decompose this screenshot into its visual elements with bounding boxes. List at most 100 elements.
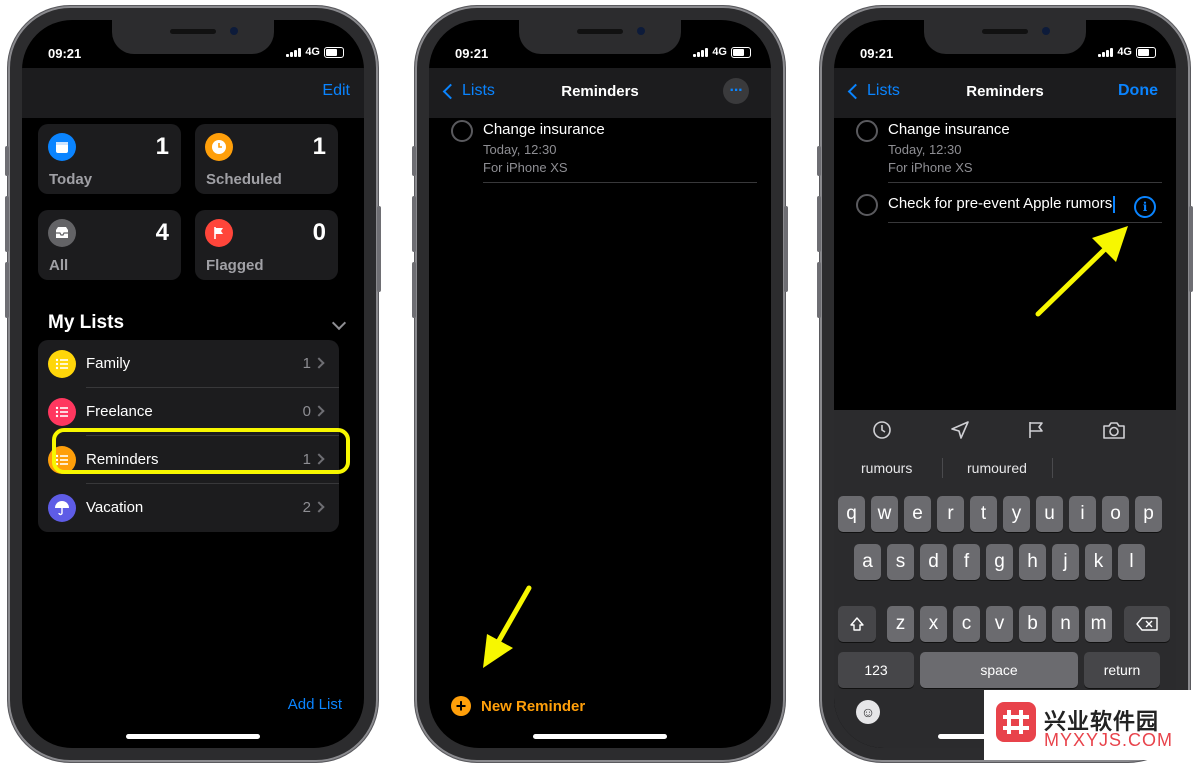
key-f[interactable]: f <box>953 544 980 580</box>
key-e[interactable]: e <box>904 496 931 532</box>
key-a[interactable]: a <box>854 544 881 580</box>
reminder-date: Today, 12:30 <box>888 142 962 157</box>
list-name: Vacation <box>86 499 144 516</box>
return-key[interactable]: return <box>1084 652 1160 688</box>
signal-icon <box>693 47 709 57</box>
camera-icon[interactable] <box>1102 420 1126 440</box>
signal-icon <box>286 47 302 57</box>
list-name: Family <box>86 355 131 372</box>
my-lists-heading: My Lists <box>48 312 125 333</box>
text-cursor <box>1113 195 1116 213</box>
status-time: 09:21 <box>860 46 894 61</box>
scheduled-tile[interactable]: 1 Scheduled <box>195 124 338 194</box>
emoji-icon[interactable]: ☺ <box>856 700 880 724</box>
status-bar: 09:21 4G <box>22 46 364 62</box>
calendar-icon <box>48 133 76 161</box>
flagged-count: 0 <box>312 219 326 246</box>
watermark-logo-icon <box>996 702 1036 742</box>
list-item-family[interactable]: Family 1 <box>38 340 339 388</box>
numbers-key[interactable]: 123 <box>838 652 914 688</box>
edit-button[interactable]: Edit <box>322 82 350 100</box>
clock-icon[interactable] <box>872 420 892 440</box>
home-indicator <box>533 734 667 739</box>
chevron-right-icon <box>313 405 325 417</box>
all-tile[interactable]: 4 All <box>38 210 181 280</box>
suggestion-1[interactable]: rumours <box>861 460 912 476</box>
more-options-button[interactable]: ··· <box>723 78 749 104</box>
all-label: All <box>49 257 69 274</box>
list-count: 0 <box>302 403 311 420</box>
add-list-button[interactable]: Add List <box>288 696 342 713</box>
key-g[interactable]: g <box>986 544 1013 580</box>
key-u[interactable]: u <box>1036 496 1063 532</box>
flagged-tile[interactable]: 0 Flagged <box>195 210 338 280</box>
key-d[interactable]: d <box>920 544 947 580</box>
complete-checkbox[interactable] <box>856 194 878 216</box>
key-v[interactable]: v <box>986 606 1013 642</box>
lists-screen: 09:21 4G Edit 1 Today 1 Scheduled 4 All … <box>22 20 364 748</box>
annotation-arrow <box>483 585 532 668</box>
reminders-screen: 09:21 4G Lists Reminders ··· Change insu… <box>429 20 771 748</box>
key-m[interactable]: m <box>1085 606 1112 642</box>
status-bar: 09:21 4G <box>429 46 771 62</box>
key-s[interactable]: s <box>887 544 914 580</box>
list-item-vacation[interactable]: Vacation 2 <box>38 484 339 532</box>
flag-icon[interactable] <box>1026 420 1046 440</box>
network-label: 4G <box>305 46 320 58</box>
info-icon[interactable]: i <box>1134 196 1156 218</box>
scheduled-count: 1 <box>312 133 326 160</box>
watermark: 兴业软件园 MYXYJS.COM <box>984 690 1193 760</box>
flagged-label: Flagged <box>206 257 264 274</box>
list-name: Freelance <box>86 403 153 420</box>
scheduled-label: Scheduled <box>206 171 282 188</box>
tray-icon <box>48 219 76 247</box>
annotation-arrow <box>1035 226 1128 317</box>
key-n[interactable]: n <box>1052 606 1079 642</box>
suggestion-2[interactable]: rumoured <box>967 460 1027 476</box>
key-o[interactable]: o <box>1102 496 1129 532</box>
signal-icon <box>1098 47 1114 57</box>
today-tile[interactable]: 1 Today <box>38 124 181 194</box>
suggestion-bar: rumours rumoured <box>834 456 1176 482</box>
reminder-date: Today, 12:30 <box>483 142 557 157</box>
location-icon[interactable] <box>950 420 970 440</box>
status-time: 09:21 <box>455 46 489 61</box>
status-bar: 09:21 4G <box>834 46 1176 62</box>
key-t[interactable]: t <box>970 496 997 532</box>
network-label: 4G <box>712 46 727 58</box>
key-r[interactable]: r <box>937 496 964 532</box>
list-count: 2 <box>302 499 311 516</box>
key-b[interactable]: b <box>1019 606 1046 642</box>
new-reminder-label: New Reminder <box>481 697 586 715</box>
phone-frame-reminders: 09:21 4G Lists Reminders ··· Change insu… <box>412 6 788 762</box>
clock-icon <box>205 133 233 161</box>
shift-key[interactable] <box>838 606 876 642</box>
delete-key[interactable] <box>1124 606 1170 642</box>
key-k[interactable]: k <box>1085 544 1112 580</box>
key-w[interactable]: w <box>871 496 898 532</box>
key-j[interactable]: j <box>1052 544 1079 580</box>
key-z[interactable]: z <box>887 606 914 642</box>
new-reminder-input[interactable]: Check for pre-event Apple rumors <box>888 195 1116 213</box>
key-i[interactable]: i <box>1069 496 1096 532</box>
editing-screen: 09:21 4G Lists Reminders Done Change ins… <box>834 20 1176 748</box>
key-x[interactable]: x <box>920 606 947 642</box>
reminder-note: For iPhone XS <box>483 160 568 175</box>
new-reminder-button[interactable]: + New Reminder <box>451 696 585 716</box>
list-count: 1 <box>302 355 311 372</box>
watermark-url: MYXYJS.COM <box>1044 730 1174 750</box>
key-y[interactable]: y <box>1003 496 1030 532</box>
reminders-highlight <box>52 428 350 474</box>
key-p[interactable]: p <box>1135 496 1162 532</box>
home-indicator <box>126 734 260 739</box>
space-key[interactable]: space <box>920 652 1078 688</box>
done-button[interactable]: Done <box>1118 82 1158 100</box>
chevron-down-icon[interactable] <box>331 315 347 331</box>
key-q[interactable]: q <box>838 496 865 532</box>
key-c[interactable]: c <box>953 606 980 642</box>
key-l[interactable]: l <box>1118 544 1145 580</box>
complete-checkbox[interactable] <box>451 120 473 142</box>
list-bullet-icon <box>48 398 76 426</box>
complete-checkbox[interactable] <box>856 120 878 142</box>
key-h[interactable]: h <box>1019 544 1046 580</box>
